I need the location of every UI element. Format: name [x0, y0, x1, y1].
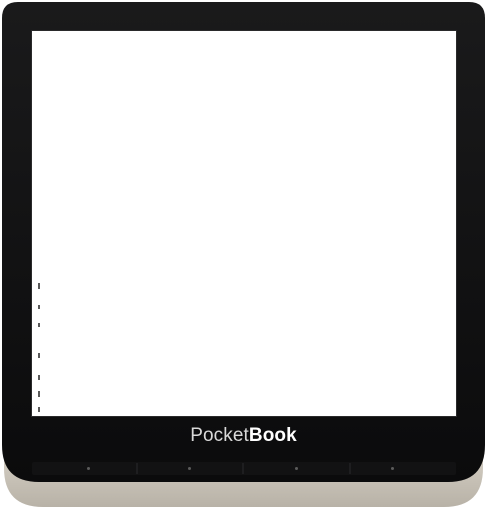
ereader-device: PocketBook — [0, 0, 487, 512]
dot-icon — [295, 467, 298, 470]
screen-mark — [38, 323, 40, 327]
next-page-button[interactable] — [138, 462, 243, 474]
screen-mark — [38, 353, 40, 358]
dot-icon — [391, 467, 394, 470]
screen-edge-marks — [38, 283, 42, 413]
dot-icon — [188, 467, 191, 470]
prev-page-button[interactable] — [32, 462, 137, 474]
screen-mark — [38, 391, 40, 397]
brand-logo-bold: Book — [248, 425, 297, 446]
dot-icon — [87, 467, 90, 470]
screen-mark — [38, 283, 40, 289]
brand-logo-light: Pocket — [190, 425, 249, 446]
brand-logo: PocketBook — [0, 425, 487, 447]
home-button[interactable] — [244, 462, 350, 474]
screen-mark — [38, 375, 40, 380]
hardware-button-bar — [32, 462, 456, 474]
screen-mark — [38, 407, 40, 412]
eink-screen[interactable] — [32, 31, 456, 416]
menu-button[interactable] — [351, 462, 456, 474]
screen-mark — [38, 305, 40, 309]
